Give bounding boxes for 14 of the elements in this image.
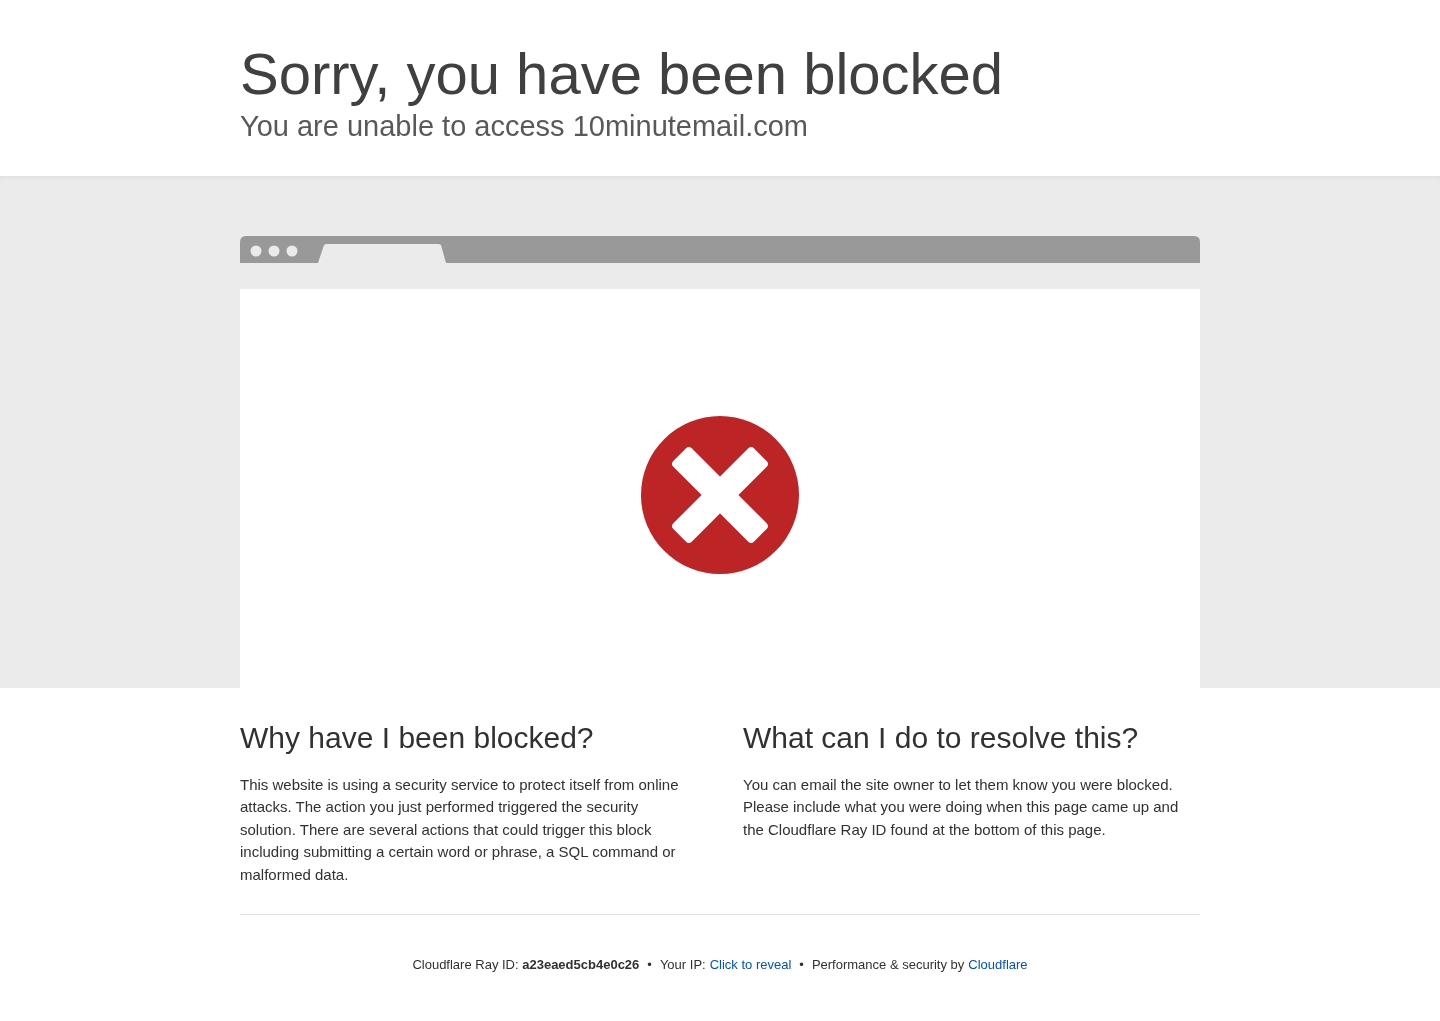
footer-link[interactable]: Click to reveal	[709, 955, 792, 975]
footer-text: Performance & security by	[811, 956, 965, 975]
page-title: Sorry, you have been blocked	[240, 42, 1005, 106]
section-paragraph: You can email the site owner to let them know you were blocked. Please include what you were doing when this page came up and the Cloudflare Ray ID found at the bottom of this page.	[743, 774, 1180, 840]
page-subtitle: You are unable to access 10minutemail.com	[240, 110, 809, 143]
footer-text: Your IP:	[659, 956, 706, 975]
error-x-icon	[641, 415, 799, 574]
section-paragraph: This website is using a security service to protect itself from online attacks. The action you just performed triggered the security solution. There are several actions that could trigger this block including submitting a certain word or phrase, a SQL command or malformed data.	[240, 774, 680, 885]
footer-link[interactable]: Cloudflare	[968, 955, 1028, 975]
footer-text: Cloudflare Ray ID: a23eaed5cb4e0c26	[412, 956, 640, 975]
bullet-separator: •	[799, 956, 804, 975]
section-heading: What can I do to resolve this?	[743, 719, 1140, 756]
section-heading: Why have I been blocked?	[240, 719, 595, 756]
bullet-separator: •	[647, 956, 652, 975]
